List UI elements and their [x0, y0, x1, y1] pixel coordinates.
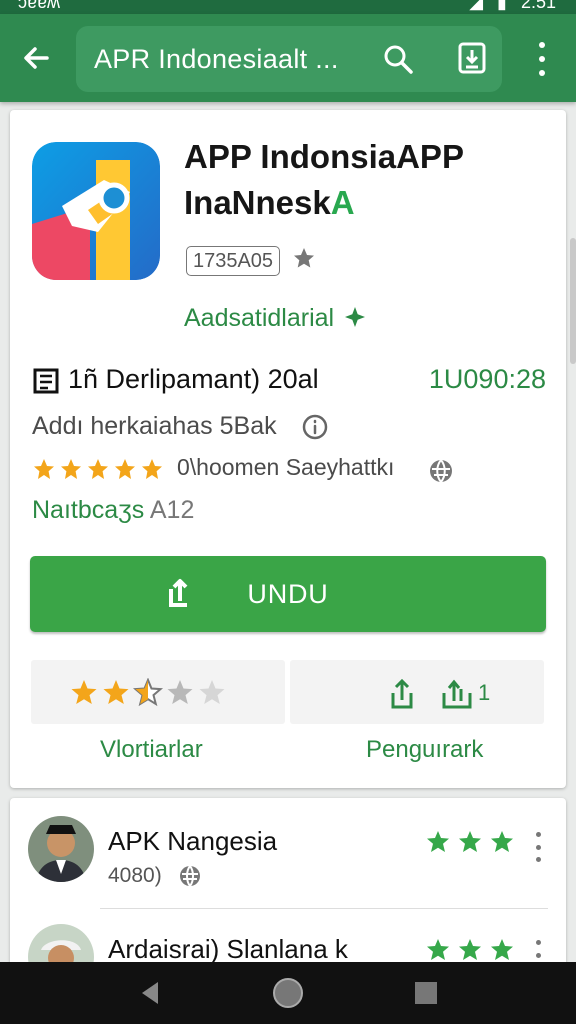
nav-recents-icon: [415, 982, 437, 1004]
install-label: 1ñ Derlipamant) 20al: [68, 364, 319, 394]
status-left: ɔɐɐʍ: [18, 0, 61, 12]
rating-text: 0\hoomen Saeyhattkı: [177, 454, 395, 480]
app-title-accent: A: [330, 184, 355, 221]
more-dot: [535, 857, 541, 862]
review-meta: 4080): [108, 864, 162, 887]
rate-stars[interactable]: [69, 678, 233, 708]
reviewer-avatar[interactable]: [28, 816, 94, 882]
search-query[interactable]: APR Indonesiaalt ...: [94, 44, 339, 75]
review-stars: [427, 831, 513, 852]
globe-icon[interactable]: [428, 458, 454, 484]
developer-name[interactable]: Aadsatidlarial: [184, 304, 334, 333]
badge-star-icon: [294, 248, 314, 268]
status-bar: ɔɐɐʍ ◢ ▮ 2:51: [0, 0, 576, 14]
nav-home-button[interactable]: [271, 976, 305, 1010]
nav-home-icon: [273, 978, 303, 1008]
category-name: Naıtbcaʒs: [32, 496, 145, 524]
install-info-row: 1ñ Derlipamant) 20al 1U090:28: [32, 362, 546, 396]
more-dot: [539, 42, 545, 48]
download-label: UNDU: [247, 578, 329, 609]
more-dot: [535, 844, 541, 850]
app-title: APP IndonsiaAPP InaNneskA: [184, 134, 544, 226]
share-count: 1: [478, 680, 491, 705]
more-dot: [535, 952, 541, 958]
document-icon: [33, 368, 59, 394]
rating-stars: [34, 459, 162, 479]
app-title-main: APP IndonsiaAPP InaNnesk: [184, 138, 464, 221]
search-box[interactable]: APR Indonesiaalt ...: [76, 26, 502, 92]
more-dot: [535, 832, 541, 837]
category: Naıtbcaʒs A12: [32, 496, 194, 525]
back-button[interactable]: [14, 36, 58, 80]
more-dot: [539, 56, 545, 62]
share-label[interactable]: Penguırark: [366, 736, 483, 764]
reviewer-name: APK Nangesia: [108, 826, 278, 856]
category-suffix: A12: [149, 496, 195, 524]
review-more-button[interactable]: [528, 832, 548, 862]
app-icon[interactable]: [32, 142, 160, 280]
nav-back-icon: [142, 982, 158, 1004]
more-options-button[interactable]: [528, 42, 556, 76]
content-rating-badge: 1735A05: [186, 246, 280, 276]
battery-icon: ▮: [497, 0, 507, 12]
back-arrow-icon: [24, 47, 49, 69]
review-divider: [100, 908, 548, 909]
rate-box[interactable]: [31, 660, 285, 724]
share-alt-icon[interactable]: [440, 676, 474, 712]
more-dot: [535, 940, 541, 945]
nav-back-button[interactable]: [133, 976, 167, 1010]
scroll-indicator[interactable]: [570, 238, 576, 364]
voice-search-icon[interactable]: [456, 40, 488, 76]
install-time: 1U090:28: [428, 364, 546, 394]
status-time: 2:51: [520, 0, 556, 12]
description-line: Addı herkaiahas 5Bak: [32, 412, 277, 440]
rate-label[interactable]: Vlortiarlar: [100, 736, 203, 764]
globe-icon: [180, 865, 200, 887]
app-details-card: APP IndonsiaAPP InaNneskA 1735A05 Aadsat…: [10, 110, 566, 788]
share-icon[interactable]: [386, 676, 418, 712]
developer-verified-icon: [345, 307, 365, 327]
more-dot: [539, 70, 545, 76]
share-box[interactable]: 1: [290, 660, 544, 724]
info-icon[interactable]: [302, 414, 328, 440]
nav-recents-button[interactable]: [409, 976, 443, 1010]
signal-icon: ◢: [469, 0, 484, 12]
review-item[interactable]: APK Nangesia 4080): [28, 816, 550, 906]
search-icon[interactable]: [382, 43, 414, 75]
review-stars: [427, 939, 513, 960]
download-button[interactable]: UNDU: [30, 556, 546, 632]
status-right: ◢ ▮ 2:51: [469, 0, 556, 13]
system-navigation-bar: [0, 962, 576, 1024]
download-icon: [169, 579, 188, 607]
reviewer-name: Ardaisrai) Slanlana k: [108, 934, 348, 964]
app-bar: APR Indonesiaalt ...: [0, 14, 576, 102]
